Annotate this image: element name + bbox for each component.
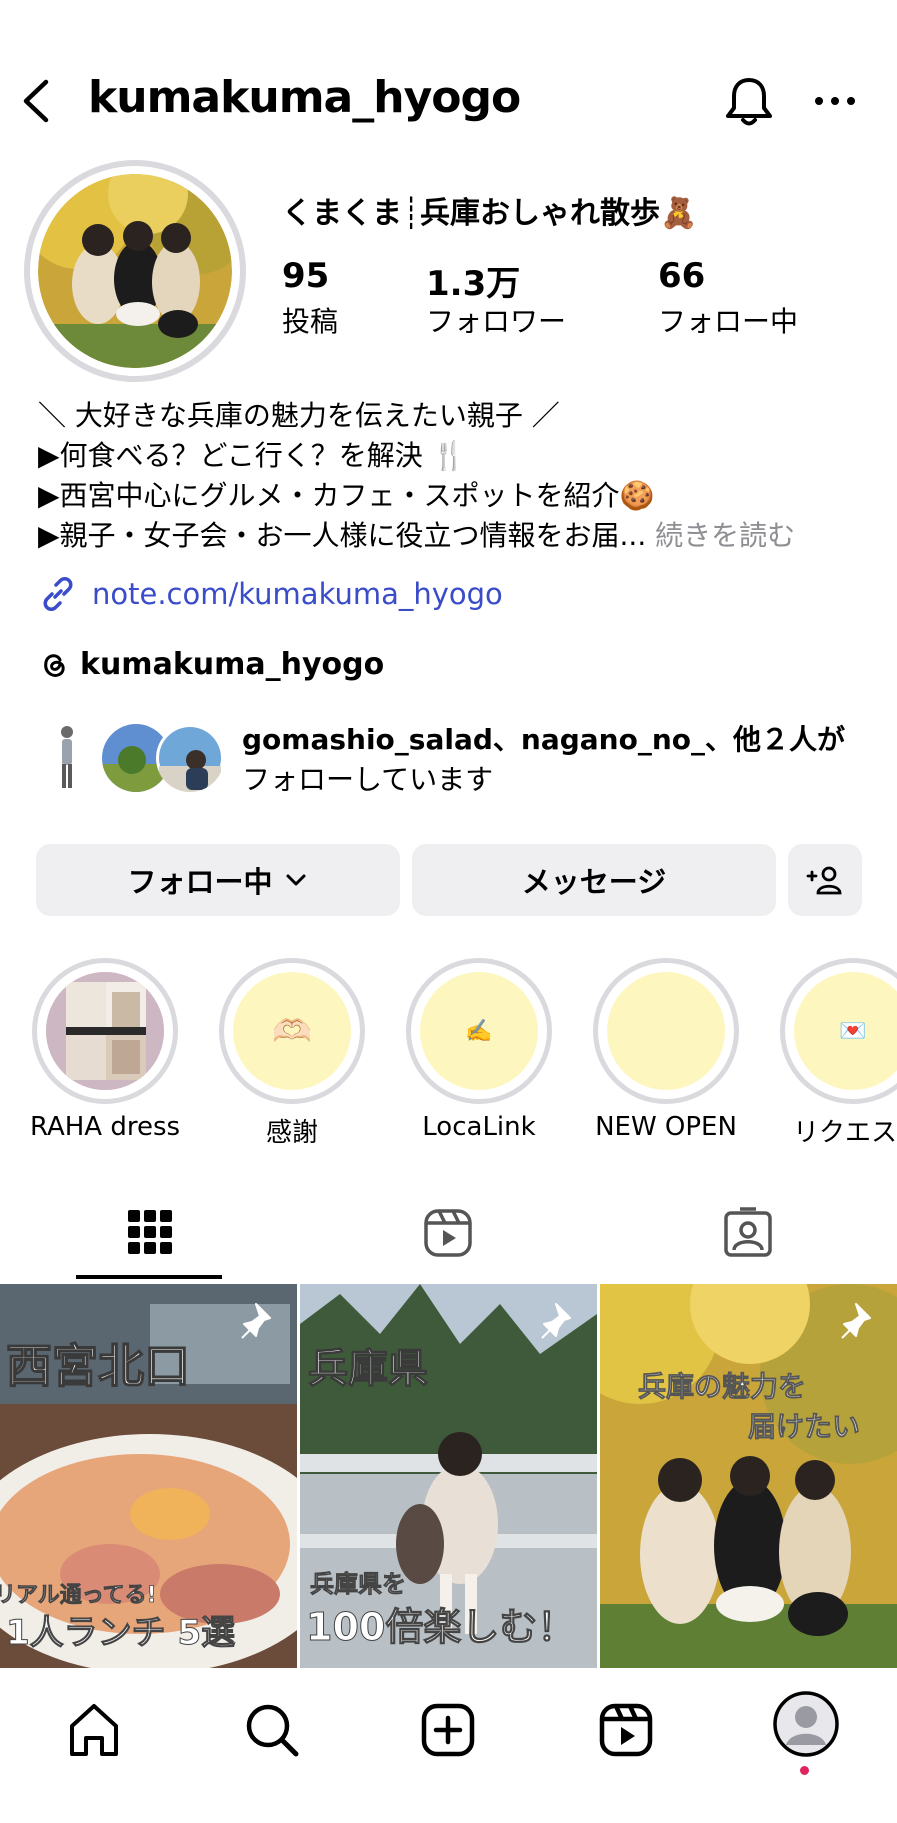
highlight-cover: 💌: [794, 972, 897, 1090]
post-thumbnail[interactable]: 兵庫県 兵庫県を 100倍楽しむ！: [300, 1284, 597, 1668]
highlight-cover: [607, 972, 725, 1090]
followers-label[interactable]: フォロワー: [426, 300, 566, 340]
suggest-users-button[interactable]: [788, 844, 862, 916]
highlight-label[interactable]: LocaLink: [384, 1112, 574, 1142]
highlight-new-open[interactable]: [593, 958, 739, 1104]
highlight-raha-dress[interactable]: [32, 958, 178, 1104]
following-button-label: フォロー中: [127, 865, 273, 899]
bio-line: ▶親子・女子会・お一人様に役立つ情報をお届... 続きを読む: [38, 516, 795, 556]
bio-line: ＼ 大好きな兵庫の魅力を伝えたい親子 ／: [38, 399, 560, 432]
followers-count[interactable]: 1.3万: [426, 256, 520, 305]
mutual-followers-text[interactable]: gomashio_salad、nagano_no_、他２人が フォローしています: [242, 720, 845, 800]
notification-dot: [800, 1766, 809, 1775]
post-title: 西宮北口: [6, 1339, 190, 1393]
message-button[interactable]: メッセージ: [412, 844, 776, 916]
posts-label[interactable]: 投稿: [282, 300, 338, 340]
create-icon[interactable]: [418, 1700, 478, 1760]
profile-username: kumakuma_hyogo: [88, 72, 521, 123]
threads-handle[interactable]: kumakuma_hyogo: [80, 647, 384, 682]
mutual-followers-line: フォローしています: [242, 763, 494, 796]
highlight-request[interactable]: 💌: [780, 958, 897, 1104]
add-person-icon: [806, 866, 842, 895]
reels-icon[interactable]: [423, 1208, 473, 1258]
following-button[interactable]: フォロー中: [36, 844, 400, 916]
post-subtitle: 1人ランチ 5選: [6, 1613, 235, 1653]
highlight-label[interactable]: RAHA dress: [10, 1112, 200, 1142]
home-icon[interactable]: [64, 1700, 124, 1760]
bio-line: ▶西宮中心にグルメ・カフェ・スポットを紹介🍪: [38, 479, 655, 512]
following-label[interactable]: フォロー中: [658, 300, 798, 340]
mutual-avatar[interactable]: [52, 722, 82, 794]
message-button-label: メッセージ: [521, 865, 667, 899]
reels-icon[interactable]: [596, 1700, 656, 1760]
following-count[interactable]: 66: [658, 256, 705, 296]
grid-icon[interactable]: [128, 1210, 172, 1254]
post-subtitle: 100倍楽しむ！: [306, 1605, 575, 1649]
bio-line-text: ▶親子・女子会・お一人様に役立つ情報をお届...: [38, 519, 647, 552]
post-title: 兵庫の魅力を: [638, 1370, 806, 1403]
mutual-avatar[interactable]: [156, 724, 224, 792]
highlight-cover: 🫶🏻: [233, 972, 351, 1090]
threads-badge[interactable]: kumakuma_hyogo: [38, 644, 384, 684]
display-name: くまくま┊兵庫おしゃれ散歩🧸: [282, 196, 698, 231]
post-title: 兵庫県: [308, 1346, 428, 1392]
bottom-nav: [0, 1668, 897, 1823]
posts-count[interactable]: 95: [282, 256, 329, 296]
chevron-down-icon: [286, 874, 305, 886]
tagged-icon[interactable]: [722, 1206, 774, 1258]
threads-icon: [44, 654, 65, 677]
highlight-thanks[interactable]: 🫶🏻: [219, 958, 365, 1104]
highlight-label[interactable]: NEW OPEN: [571, 1112, 761, 1142]
bio-link[interactable]: note.com/kumakuma_hyogo: [38, 574, 503, 614]
link-icon: [43, 577, 73, 611]
post-subtitle: 兵庫県を: [310, 1570, 406, 1598]
highlight-cover: ✍️: [420, 972, 538, 1090]
read-more-link[interactable]: 続きを読む: [655, 519, 795, 552]
mutual-followers-line: gomashio_salad、nagano_no_、他２人が: [242, 723, 845, 756]
post-thumbnail[interactable]: 兵庫の魅力を 届けたい: [600, 1284, 897, 1668]
active-tab-indicator: [76, 1275, 222, 1279]
post-thumbnail[interactable]: 西宮北口 リアル通ってる! 1人ランチ 5選: [0, 1284, 297, 1668]
more-icon[interactable]: [812, 86, 858, 116]
highlight-cover: [46, 972, 164, 1090]
highlight-label[interactable]: リクエス: [748, 1112, 897, 1149]
avatar[interactable]: [38, 174, 232, 368]
profile-icon[interactable]: [772, 1690, 840, 1758]
bio-link-text[interactable]: note.com/kumakuma_hyogo: [92, 577, 503, 611]
highlight-label[interactable]: 感謝: [197, 1112, 387, 1149]
post-subtitle: 届けたい: [748, 1410, 860, 1443]
bio-line: ▶何食べる？どこ行く？を解決 🍴: [38, 439, 467, 472]
search-icon[interactable]: [242, 1700, 302, 1760]
bell-icon[interactable]: [722, 74, 776, 130]
highlight-localink[interactable]: ✍️: [406, 958, 552, 1104]
back-icon[interactable]: [18, 78, 54, 124]
post-subtitle: リアル通ってる!: [0, 1583, 157, 1608]
